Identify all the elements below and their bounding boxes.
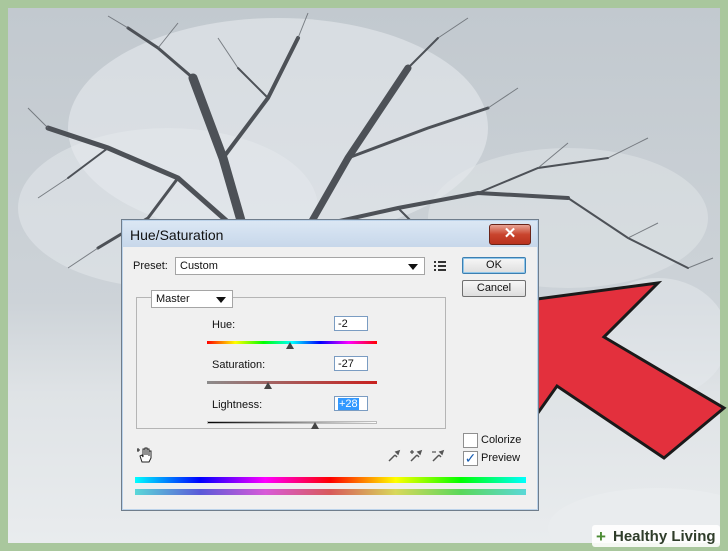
hue-label: Hue: xyxy=(212,319,236,331)
channel-value: Master xyxy=(156,293,190,305)
saturation-label: Saturation: xyxy=(212,359,266,371)
lightness-label: Lightness: xyxy=(212,399,263,411)
ok-button[interactable]: OK xyxy=(462,257,526,274)
channel-select[interactable]: Master xyxy=(151,290,233,308)
saturation-field[interactable]: -27 xyxy=(334,356,368,371)
preset-options-icon[interactable] xyxy=(434,261,446,271)
preset-label: Preset: xyxy=(133,260,168,272)
eyedropper-icon[interactable] xyxy=(387,449,401,463)
cancel-button[interactable]: Cancel xyxy=(462,280,526,297)
preview-checkbox[interactable]: ✓ xyxy=(463,451,478,466)
chevron-down-icon xyxy=(408,264,418,270)
logo-text: Healthy Living xyxy=(613,528,716,545)
chevron-down-icon xyxy=(216,297,226,303)
output-color-bar xyxy=(135,489,526,495)
lightness-slider-thumb[interactable] xyxy=(311,422,319,429)
adjustment-group xyxy=(136,297,446,429)
title-bar: Hue/Saturation ✕ xyxy=(123,221,537,247)
hue-field[interactable]: -2 xyxy=(334,316,368,331)
saturation-value: -27 xyxy=(338,358,354,370)
colorize-checkbox[interactable] xyxy=(463,433,478,448)
colorize-label: Colorize xyxy=(481,434,522,446)
eyedropper-minus-icon[interactable] xyxy=(431,449,445,463)
close-button[interactable]: ✕ xyxy=(489,224,531,245)
close-icon: ✕ xyxy=(503,225,517,242)
lightness-field[interactable]: +28 xyxy=(334,396,368,411)
input-color-bar xyxy=(135,477,526,483)
hue-value: -2 xyxy=(338,318,348,330)
healthy-living-logo: + Healthy Living xyxy=(592,525,720,547)
preset-value: Custom xyxy=(180,260,218,272)
checkmark-icon: ✓ xyxy=(464,450,477,466)
lightness-value: +28 xyxy=(338,398,359,410)
saturation-slider-thumb[interactable] xyxy=(264,382,272,389)
preset-select[interactable]: Custom xyxy=(175,257,425,275)
eyedropper-plus-icon[interactable] xyxy=(409,449,423,463)
lightness-slider[interactable] xyxy=(207,421,377,424)
saturation-slider[interactable] xyxy=(207,381,377,384)
plus-icon: + xyxy=(596,527,606,546)
hue-slider-thumb[interactable] xyxy=(286,342,294,349)
preview-label: Preview xyxy=(481,452,521,464)
hue-saturation-dialog: Hue/Saturation ✕ Preset: Custom OK Cance… xyxy=(121,219,539,511)
dialog-title: Hue/Saturation xyxy=(130,227,224,243)
hand-adjust-icon[interactable] xyxy=(137,446,155,464)
